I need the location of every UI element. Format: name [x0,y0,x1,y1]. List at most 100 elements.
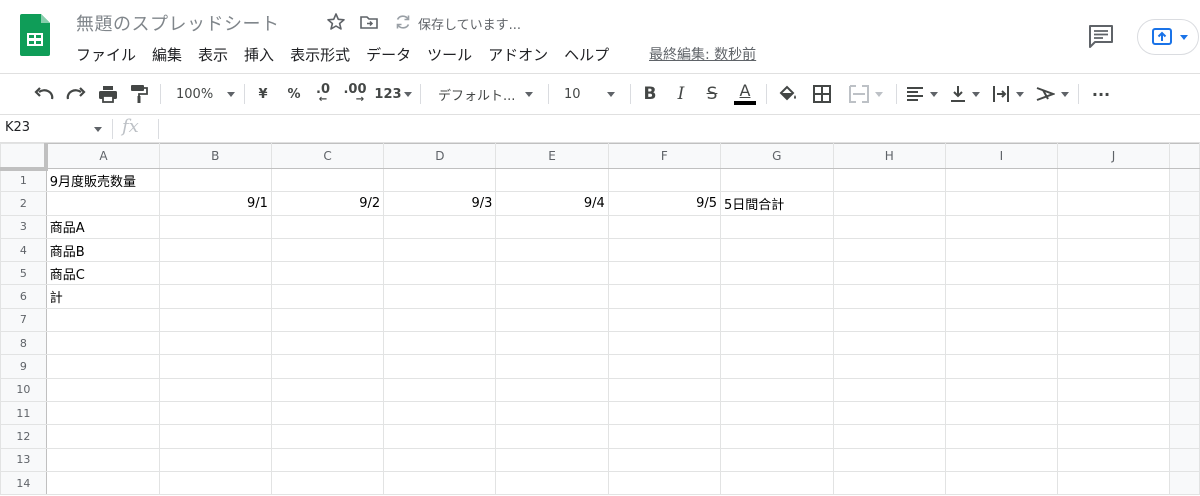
vertical-align-button[interactable] [946,74,984,114]
menu-file[interactable]: ファイル [76,44,136,65]
cell[interactable] [720,167,834,193]
cell[interactable] [944,284,1058,309]
cell[interactable] [832,167,946,193]
cell[interactable] [607,284,722,309]
cell[interactable] [383,307,497,333]
cell[interactable] [383,331,497,356]
cell[interactable] [45,191,160,216]
sheets-logo-icon[interactable] [20,14,50,56]
currency-format-button[interactable]: ¥ [250,74,276,114]
column-header[interactable]: H [832,143,946,169]
cell[interactable] [45,307,160,333]
cell[interactable] [832,331,946,356]
row-header[interactable]: 11 [0,400,47,426]
cell[interactable] [158,470,272,496]
cell[interactable] [720,400,834,426]
comments-icon[interactable] [1088,24,1114,48]
cell[interactable] [495,424,609,449]
present-button[interactable] [1137,19,1199,55]
row-header[interactable]: 13 [0,447,47,472]
cell[interactable] [495,400,609,426]
cell[interactable] [944,447,1058,472]
cell[interactable] [944,167,1058,193]
row-header[interactable]: 4 [0,237,47,263]
cell[interactable] [270,214,385,239]
column-header[interactable]: C [270,143,385,169]
cell[interactable] [495,470,609,496]
cell[interactable]: 9/4 [495,191,609,216]
cell[interactable] [607,214,722,239]
cell[interactable] [720,377,834,402]
spreadsheet-grid[interactable]: ABCDEFGHIJ 1 9月度販売数量 2 9/1 9/2 9/3 9/4 9/5 5日間合計… [0,143,1200,496]
cell[interactable] [607,424,722,449]
row-header[interactable]: 7 [0,307,47,333]
fill-color-button[interactable] [774,74,802,114]
cell[interactable] [720,284,834,309]
cell[interactable] [944,470,1058,496]
cell[interactable] [383,377,497,402]
menu-view[interactable]: 表示 [198,44,228,65]
zoom-select[interactable]: 100% [168,74,238,114]
row-header[interactable]: 2 [0,191,47,216]
star-icon[interactable] [326,12,346,32]
cell[interactable] [270,261,385,286]
cell[interactable] [158,331,272,356]
column-header[interactable]: G [720,143,834,169]
cell[interactable] [944,214,1058,239]
cell[interactable]: 商品B [45,237,160,263]
cell[interactable] [383,167,497,193]
cell[interactable] [720,331,834,356]
cell[interactable] [45,377,160,402]
cell[interactable] [607,354,722,379]
cell[interactable]: 9/3 [383,191,497,216]
cell[interactable] [1056,237,1171,263]
column-header[interactable]: B [158,143,272,169]
cell[interactable] [832,191,946,216]
menu-edit[interactable]: 編集 [152,44,182,65]
cell[interactable] [495,214,609,239]
cell[interactable] [158,447,272,472]
cell[interactable] [383,237,497,263]
row-header[interactable]: 9 [0,354,47,379]
cell[interactable] [495,284,609,309]
cell[interactable] [1056,377,1171,402]
menu-insert[interactable]: 挿入 [244,44,274,65]
cell[interactable] [832,214,946,239]
cell[interactable] [1056,331,1171,356]
name-box[interactable]: K23 [5,120,30,135]
cell[interactable] [832,237,946,263]
row-header[interactable]: 1 [0,167,47,193]
cell[interactable] [45,354,160,379]
bold-button[interactable]: B [637,74,663,114]
cell[interactable] [607,447,722,472]
cell[interactable] [1056,470,1171,496]
cell[interactable] [832,307,946,333]
menu-data[interactable]: データ [366,44,411,65]
cell[interactable] [45,424,160,449]
cell[interactable] [270,377,385,402]
cell[interactable] [944,331,1058,356]
cell[interactable] [270,284,385,309]
menu-tools[interactable]: ツール [427,44,472,65]
column-header[interactable]: F [607,143,722,169]
cell[interactable] [720,214,834,239]
column-header[interactable]: E [495,143,609,169]
cell[interactable] [158,167,272,193]
redo-button[interactable] [62,74,90,114]
percent-format-button[interactable]: % [281,74,307,114]
cell[interactable] [832,424,946,449]
increase-decimal-button[interactable]: .00 → [340,74,370,114]
cell[interactable]: 9月度販売数量 [45,167,160,193]
cell[interactable] [1056,307,1171,333]
cell[interactable] [270,354,385,379]
select-all-corner[interactable] [0,143,49,171]
cell[interactable] [270,237,385,263]
cell[interactable] [607,261,722,286]
font-size-select[interactable]: 10 [556,74,624,114]
cell[interactable] [45,331,160,356]
cell[interactable]: 計 [45,284,160,309]
cell[interactable] [944,377,1058,402]
cell[interactable] [270,307,385,333]
menu-format[interactable]: 表示形式 [290,44,350,65]
cell[interactable] [45,400,160,426]
